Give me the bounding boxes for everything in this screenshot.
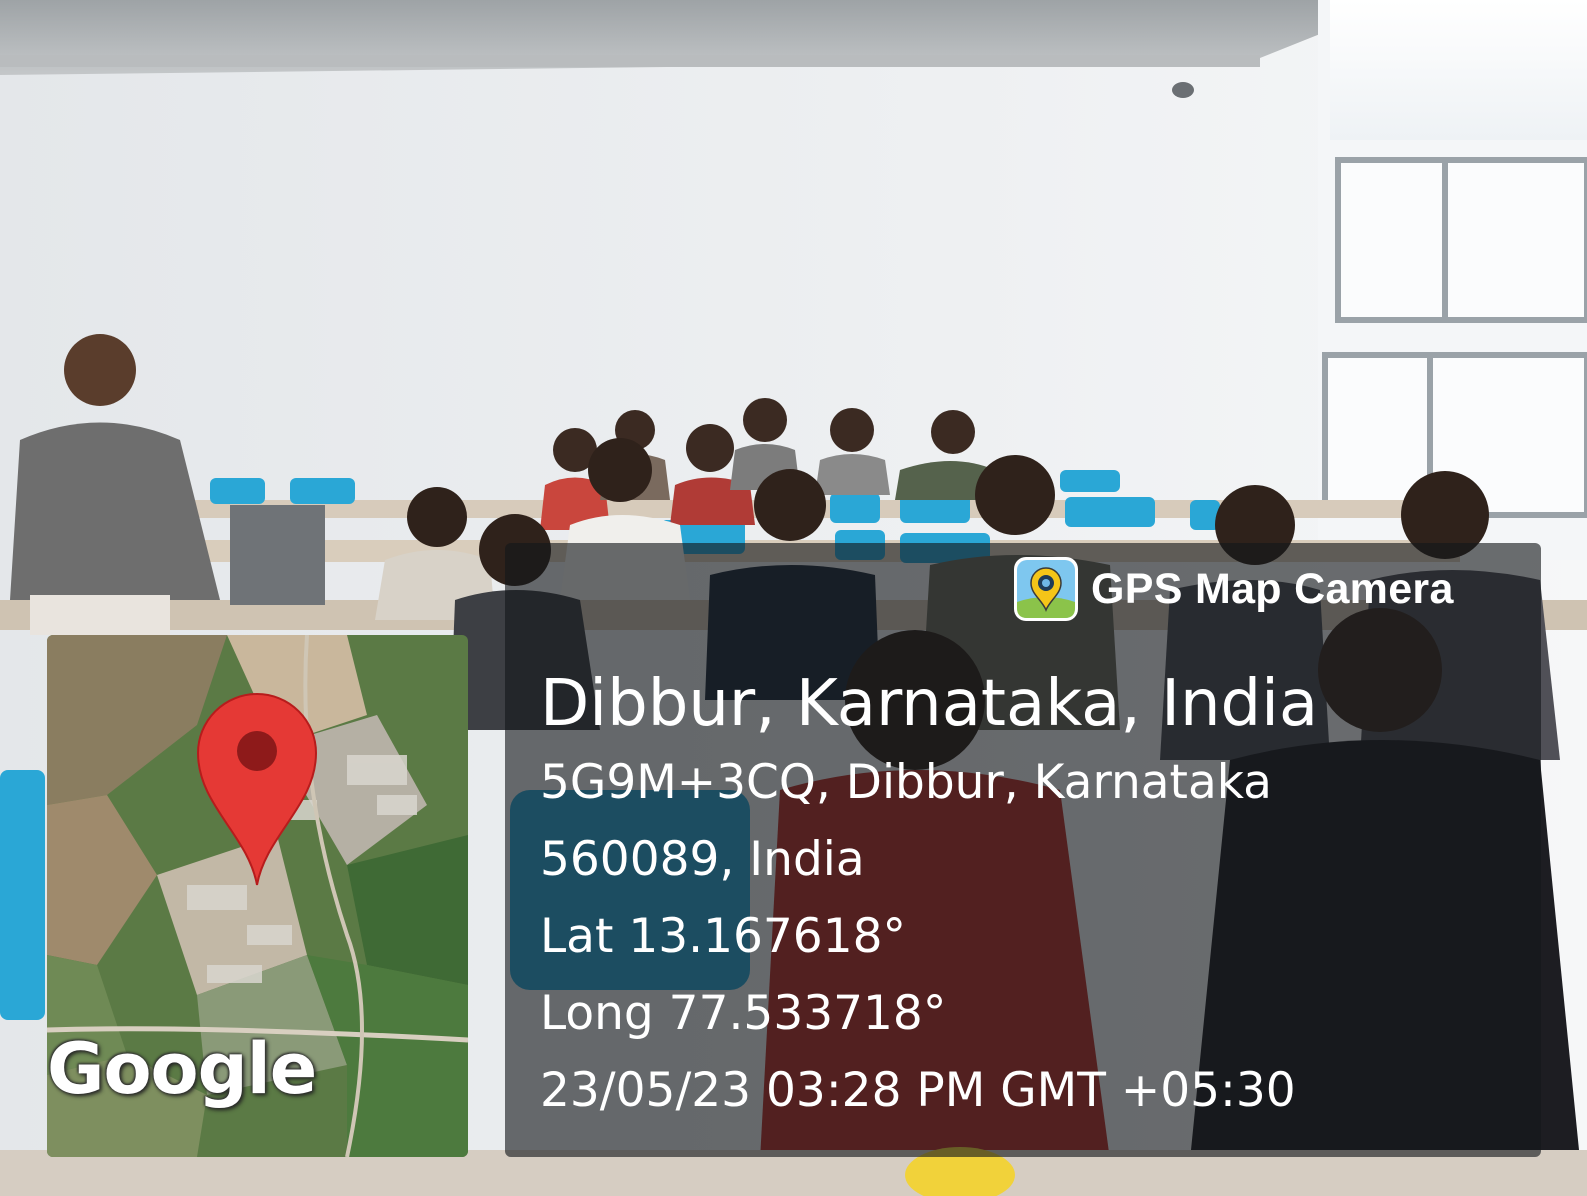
latitude: Lat 13.167618° [540, 909, 907, 964]
address-line-2: 560089, India [540, 832, 865, 887]
google-logo: Google [47, 1028, 317, 1110]
longitude: Long 77.533718° [540, 986, 947, 1041]
location-details: Dibbur, Karnataka, India 5G9M+3CQ, Dibbu… [540, 664, 1318, 1129]
place-title: Dibbur, Karnataka, India [540, 667, 1319, 741]
app-name: GPS Map Camera [1091, 564, 1454, 613]
map-pin-icon [196, 693, 318, 886]
app-brand: GPS Map Camera [1013, 554, 1454, 624]
address-line-1: 5G9M+3CQ, Dibbur, Karnataka [540, 755, 1272, 810]
gps-camera-icon [1014, 557, 1078, 621]
timestamp: 23/05/23 03:28 PM GMT +05:30 [540, 1063, 1296, 1118]
